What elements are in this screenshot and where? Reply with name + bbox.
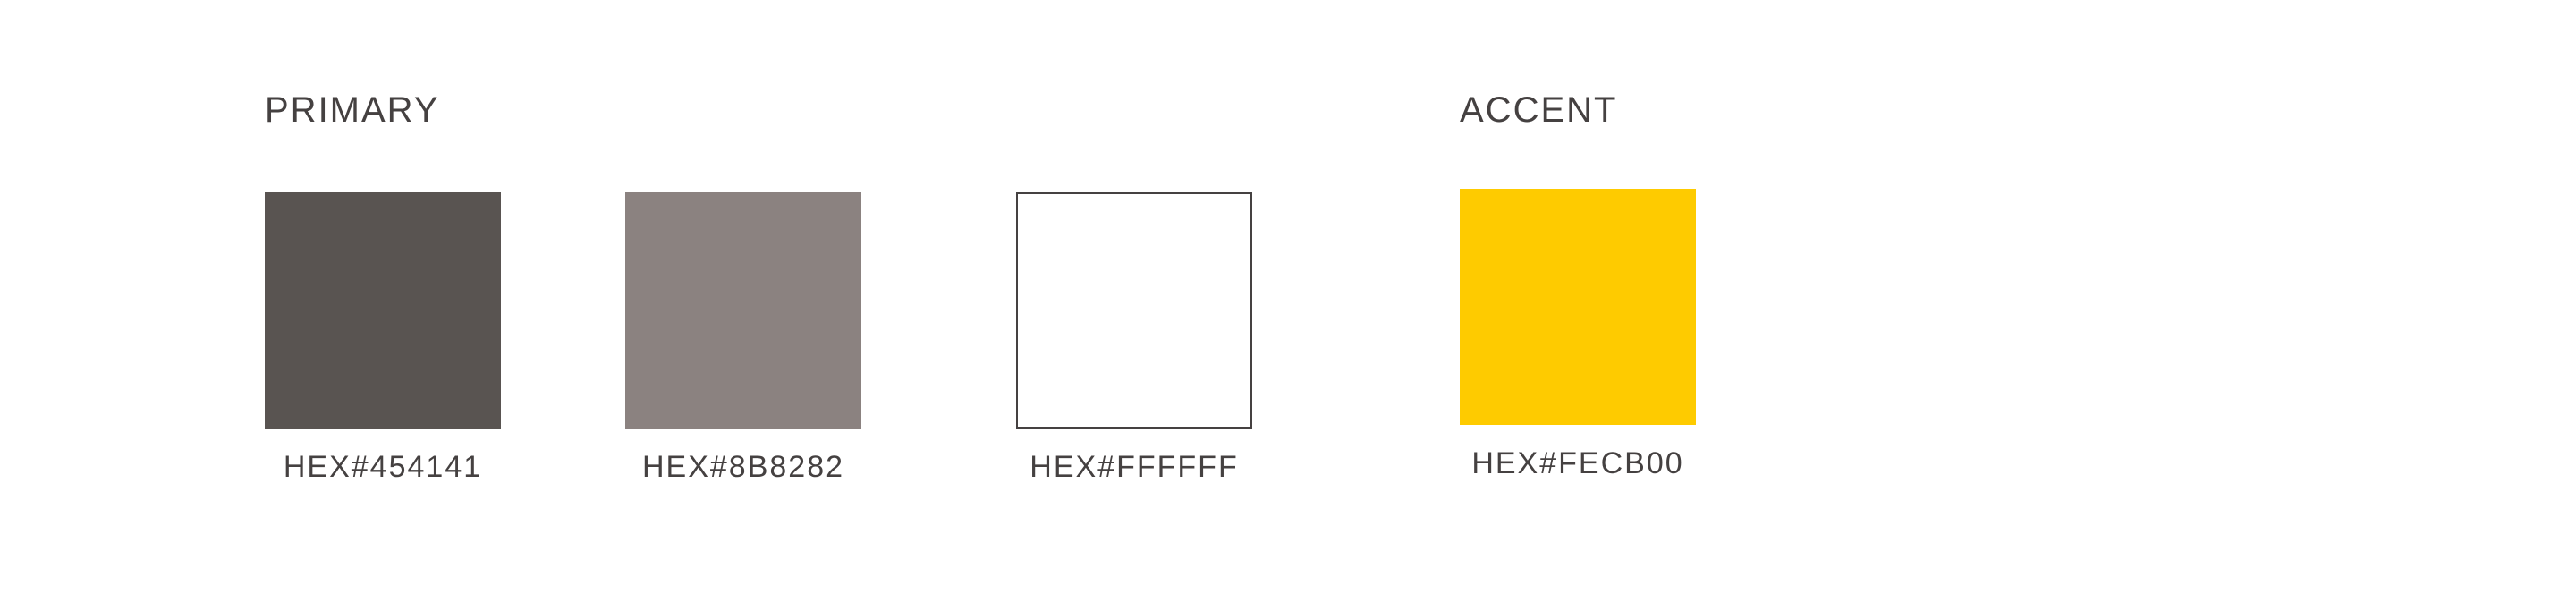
accent-heading: ACCENT [1460, 90, 1618, 130]
hex-label-yellow: HEX#FECB00 [1471, 446, 1684, 480]
color-swatch-warm-gray [625, 192, 861, 429]
hex-label-dark-gray: HEX#454141 [283, 450, 483, 484]
color-swatch-dark-gray [265, 192, 501, 429]
primary-heading: PRIMARY [265, 90, 440, 130]
hex-label-warm-gray: HEX#8B8282 [641, 450, 845, 484]
color-swatch-white [1016, 192, 1252, 429]
color-swatch-yellow [1460, 189, 1696, 425]
hex-label-white: HEX#FFFFFF [1030, 450, 1239, 484]
